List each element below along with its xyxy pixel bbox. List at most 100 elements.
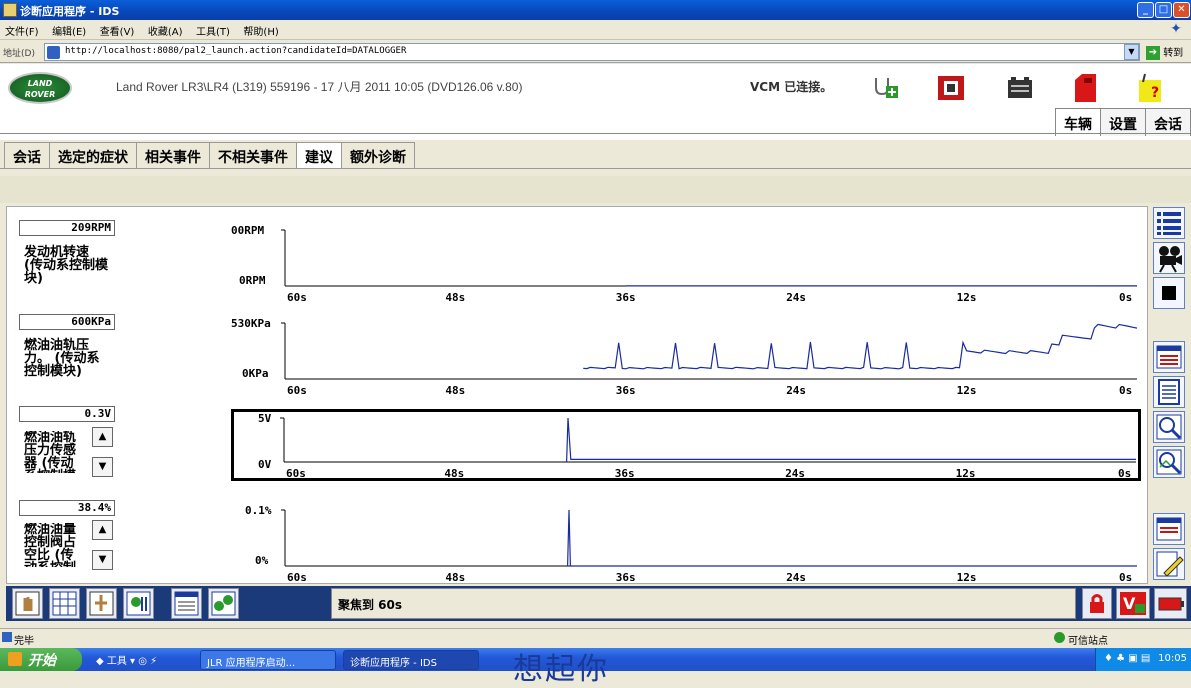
zoom-out-graph-icon[interactable] (1153, 446, 1185, 478)
signal-value: 209RPM (19, 220, 115, 236)
subtab-recommendations[interactable]: 建议 (296, 142, 342, 169)
lock-icon[interactable] (1082, 588, 1112, 619)
y-max-label: 0.1% (245, 504, 272, 517)
menu-favorites[interactable]: 收藏(A) (143, 20, 188, 38)
trusted-sites-icon (1054, 632, 1065, 643)
window-title-bar: 诊断应用程序 - IDS _ □ ✕ (0, 0, 1191, 20)
menu-help[interactable]: 帮助(H) (238, 20, 283, 38)
ids-header: LAND ROVER Land Rover LR3\LR4 (L319) 559… (0, 64, 1191, 140)
fuel-can-icon[interactable] (1070, 72, 1100, 104)
grid-table-icon[interactable] (49, 588, 80, 619)
maximize-button[interactable]: □ (1155, 2, 1172, 18)
subtab-session[interactable]: 会话 (4, 142, 50, 169)
app-icon (3, 3, 17, 17)
series-line (568, 510, 1137, 566)
subtab-unrelated-events[interactable]: 不相关事件 (209, 142, 297, 169)
x-tick-label: 12s (957, 384, 977, 397)
address-dropdown-button[interactable]: ▼ (1124, 44, 1139, 60)
scroll-up-button[interactable]: ▲ (92, 427, 113, 447)
x-tick-label: 12s (957, 571, 977, 584)
subtab-related-events[interactable]: 相关事件 (136, 142, 210, 169)
list-view-icon[interactable] (1153, 207, 1185, 239)
taskbar-item-jlr-launcher[interactable]: JLR 应用程序启动... (200, 650, 336, 670)
y-max-label: 00RPM (231, 224, 264, 237)
x-tick-label: 48s (445, 571, 465, 584)
signal-chart[interactable]: 0.1% 0% 60s48s36s24s12s0s (227, 500, 1139, 582)
x-tick-label: 60s (287, 384, 307, 397)
document-list-icon[interactable] (1153, 376, 1185, 408)
start-button[interactable]: 开始 (0, 648, 82, 671)
address-label: 地址(D) (3, 46, 35, 59)
network-nodes-icon[interactable] (208, 588, 239, 619)
help-icon[interactable]: ? (1135, 72, 1165, 104)
signal-label: 发动机转速 (传动系控制模块) (24, 246, 109, 285)
battery-icon[interactable] (1005, 72, 1035, 104)
battery-status-icon[interactable] (1154, 588, 1187, 619)
minimize-button[interactable]: _ (1137, 2, 1154, 18)
x-tick-label: 60s (287, 291, 307, 304)
tab-vehicle[interactable]: 车辆 (1055, 108, 1101, 136)
subtab-extra-diagnostics[interactable]: 额外诊断 (341, 142, 415, 169)
x-tick-label: 0s (1118, 467, 1131, 480)
hand-select-icon[interactable] (12, 588, 43, 619)
gauge-panel-icon[interactable] (1153, 513, 1185, 545)
gauge-readout-icon[interactable] (171, 588, 202, 619)
address-input[interactable]: http://localhost:8080/pal2_launch.action… (44, 43, 1140, 61)
zoom-in-graph-icon[interactable] (1153, 411, 1185, 443)
close-button[interactable]: ✕ (1173, 2, 1190, 18)
quick-launch-tools[interactable]: ◆ 工具 ▾ ◎ ⚡ (96, 652, 157, 667)
menu-tools[interactable]: 工具(T) (191, 20, 235, 38)
x-tick-label: 60s (287, 571, 307, 584)
page-done-icon (2, 632, 12, 642)
overlay-caption: 想起你 (513, 644, 609, 688)
stethoscope-icon[interactable] (870, 72, 900, 104)
subtab-selected-symptoms[interactable]: 选定的症状 (49, 142, 137, 169)
menu-edit[interactable]: 编辑(E) (47, 20, 91, 38)
settings-graph-icon[interactable] (123, 588, 154, 619)
chart-canvas (234, 412, 1138, 478)
scroll-down-button[interactable]: ▼ (92, 457, 113, 477)
page-icon (47, 46, 60, 59)
scroll-down-button[interactable]: ▼ (92, 550, 113, 570)
signal-label: 燃油油轨压力传感器 (传动系控制模 (24, 431, 86, 473)
sub-tabs: 会话选定的症状相关事件不相关事件建议额外诊断 (4, 142, 414, 169)
signal-chart[interactable]: 00RPM 0RPM 60s48s36s24s12s0s (227, 220, 1139, 302)
tab-settings[interactable]: 设置 (1100, 108, 1146, 136)
scroll-up-button[interactable]: ▲ (92, 520, 113, 540)
menu-view[interactable]: 查看(V) (95, 20, 140, 38)
vehicle-module-icon[interactable] (936, 72, 966, 104)
main-tabs: 车辆设置会话 (1056, 108, 1191, 136)
series-line (583, 324, 1137, 368)
stop-icon[interactable] (1153, 277, 1185, 309)
system-tray: ♦ ♣ ▣ ▤ 10:05 (1095, 648, 1191, 671)
go-button[interactable]: ➔ 转到 (1146, 44, 1190, 60)
x-tick-label: 48s (445, 291, 465, 304)
divider (0, 133, 1191, 134)
signal-chart[interactable]: 530KPa 0KPa 60s48s36s24s12s0s (227, 313, 1139, 395)
tab-session[interactable]: 会话 (1145, 108, 1191, 136)
x-tick-label: 0s (1119, 291, 1132, 304)
vehicle-info: Land Rover LR3\LR4 (L319) 559196 - 17 八月… (116, 78, 522, 95)
signal-value: 600KPa (19, 314, 115, 330)
signal-label: 燃油油量控制阀占空比 (传动系控制 (24, 523, 86, 567)
edit-pencil-icon[interactable] (1153, 548, 1185, 580)
signal-chart-selected[interactable]: 5V 0V 60s48s36s24s12s0s (231, 409, 1141, 481)
menu-file[interactable]: 文件(F) (0, 20, 44, 38)
taskbar-item-ids[interactable]: 诊断应用程序 - IDS (343, 650, 479, 670)
signal-value: 0.3V (19, 406, 115, 422)
series-line (567, 418, 1136, 462)
video-camera-icon[interactable] (1153, 242, 1185, 274)
focus-status: 聚焦到 60s (331, 588, 1076, 619)
voltage-icon[interactable]: V (1116, 588, 1150, 619)
x-tick-label: 12s (957, 291, 977, 304)
status-trusted: 可信站点 (1068, 632, 1108, 647)
y-max-label: 5V (258, 412, 271, 425)
status-done: 完毕 (14, 632, 34, 647)
hand-move-icon[interactable] (86, 588, 117, 619)
x-tick-label: 36s (615, 467, 635, 480)
gauge-settings-icon[interactable] (1153, 341, 1185, 373)
x-tick-label: 36s (616, 291, 636, 304)
address-bar: 地址(D) http://localhost:8080/pal2_launch.… (0, 41, 1191, 63)
x-tick-label: 24s (786, 291, 806, 304)
tray-icons[interactable]: ♦ ♣ ▣ ▤ (1104, 653, 1150, 664)
